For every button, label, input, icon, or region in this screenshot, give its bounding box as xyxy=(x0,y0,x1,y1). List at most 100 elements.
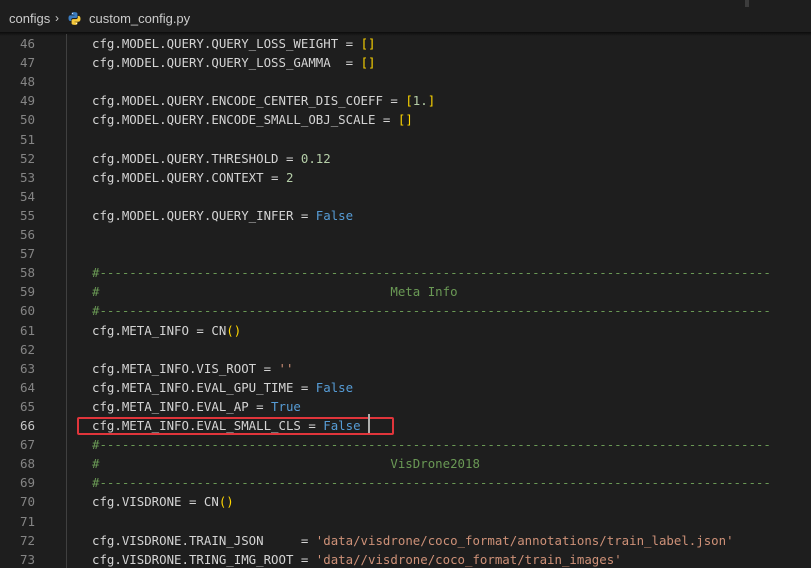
code-line[interactable]: 52 cfg.MODEL.QUERY.THRESHOLD = 0.12 xyxy=(0,149,811,168)
text-cursor xyxy=(368,414,370,433)
line-number: 67 xyxy=(19,437,35,453)
line-number: 46 xyxy=(19,36,35,51)
code-line[interactable]: 57 xyxy=(0,244,811,263)
line-code-text: #---------------------------------------… xyxy=(92,435,771,454)
breadcrumb-folder-configs[interactable]: configs xyxy=(9,11,50,26)
line-code-text: cfg.VISDRONE.TRING_IMG_ROOT = 'data//vis… xyxy=(92,550,622,568)
line-code-text: # VisDrone2018 xyxy=(92,454,480,473)
line-number: 49 xyxy=(19,93,35,109)
code-token: cfg.MODEL.QUERY.ENCODE_SMALL_OBJ_SCALE = xyxy=(92,112,398,128)
code-token: False xyxy=(315,379,354,395)
line-number: 57 xyxy=(19,246,35,262)
code-line[interactable]: 54 xyxy=(0,187,811,206)
code-line[interactable]: 47 cfg.MODEL.QUERY.QUERY_LOSS_GAMMA = [] xyxy=(0,53,811,72)
line-code-text: cfg.MODEL.QUERY.CONTEXT = 2 xyxy=(92,168,293,187)
python-icon xyxy=(68,12,81,25)
line-number: 55 xyxy=(19,207,35,223)
line-number: 71 xyxy=(19,513,35,529)
line-code-text: cfg.VISDRONE.TRAIN_JSON = 'data/visdrone… xyxy=(92,531,734,550)
code-line[interactable]: 68 # VisDrone2018 xyxy=(0,454,811,473)
line-number: 69 xyxy=(19,475,35,491)
line-code-text: cfg.MODEL.QUERY.QUERY_INFER = False xyxy=(92,206,353,225)
line-code-text: #---------------------------------------… xyxy=(92,473,771,492)
code-line[interactable]: 50 cfg.MODEL.QUERY.ENCODE_SMALL_OBJ_SCALE… xyxy=(0,110,811,129)
line-code-text: cfg.META_INFO.EVAL_GPU_TIME = False xyxy=(92,378,353,397)
line-code-text: cfg.META_INFO.EVAL_AP = True xyxy=(92,397,301,416)
code-token: cfg.MODEL.QUERY.QUERY_INFER = xyxy=(92,207,316,223)
line-number: 47 xyxy=(19,55,35,71)
breadcrumb-file-name[interactable]: custom_config.py xyxy=(89,11,190,26)
code-line[interactable]: 60 #-------------------------------------… xyxy=(0,301,811,320)
code-token: cfg.META_INFO.EVAL_AP = xyxy=(92,398,272,414)
line-code-text: cfg.META_INFO = CN() xyxy=(92,321,241,340)
line-code-text: cfg.META_INFO.VIS_ROOT = '' xyxy=(92,359,293,378)
code-line[interactable]: 72 cfg.VISDRONE.TRAIN_JSON = 'data/visdro… xyxy=(0,531,811,550)
code-token: False xyxy=(315,207,354,223)
code-line[interactable]: 62 xyxy=(0,340,811,359)
code-token: # Meta Info xyxy=(92,284,458,300)
code-token: cfg.VISDRONE.TRAIN_JSON = xyxy=(92,532,316,548)
chevron-right-icon: › xyxy=(55,11,59,25)
line-code-text: cfg.MODEL.QUERY.ENCODE_SMALL_OBJ_SCALE =… xyxy=(92,110,413,129)
line-number: 54 xyxy=(19,188,35,204)
line-number: 64 xyxy=(19,379,35,395)
code-token: cfg.MODEL.QUERY.ENCODE_CENTER_DIS_COEFF … xyxy=(92,93,406,109)
code-token: cfg.MODEL.QUERY.QUERY_LOSS_WEIGHT = xyxy=(92,36,361,51)
line-number: 60 xyxy=(19,303,35,319)
code-line[interactable]: 48 xyxy=(0,72,811,91)
code-token: cfg.MODEL.QUERY.CONTEXT = xyxy=(92,169,286,185)
code-token: '' xyxy=(278,360,294,376)
code-token: () xyxy=(226,322,242,338)
code-token: cfg.MODEL.QUERY.QUERY_LOSS_GAMMA = xyxy=(92,55,361,71)
line-code-text: cfg.MODEL.QUERY.QUERY_LOSS_WEIGHT = [] xyxy=(92,34,375,53)
code-token: [] xyxy=(397,112,413,128)
line-code-text: #---------------------------------------… xyxy=(92,301,771,320)
line-number: 63 xyxy=(19,360,35,376)
code-line[interactable]: 63 cfg.META_INFO.VIS_ROOT = '' xyxy=(0,359,811,378)
code-line[interactable]: 53 cfg.MODEL.QUERY.CONTEXT = 2 xyxy=(0,168,811,187)
code-token: ] xyxy=(427,93,436,109)
code-token: [] xyxy=(360,55,376,71)
code-token: True xyxy=(271,398,301,414)
code-token: #---------------------------------------… xyxy=(92,303,771,319)
line-number: 51 xyxy=(19,131,35,147)
scrollbar-marker xyxy=(745,0,749,7)
line-number: 68 xyxy=(19,456,35,472)
code-token: cfg.VISDRONE = CN xyxy=(92,494,219,510)
code-line[interactable]: 64 cfg.META_INFO.EVAL_GPU_TIME = False xyxy=(0,378,811,397)
line-number: 62 xyxy=(19,341,35,357)
code-line[interactable]: 58 #-------------------------------------… xyxy=(0,263,811,282)
line-number: 70 xyxy=(19,494,35,510)
code-line[interactable]: 51 xyxy=(0,130,811,149)
code-token: 0.12 xyxy=(300,150,331,166)
code-line[interactable]: 46 cfg.MODEL.QUERY.QUERY_LOSS_WEIGHT = [] xyxy=(0,34,811,53)
line-number: 59 xyxy=(19,284,35,300)
code-line[interactable]: 59 # Meta Info xyxy=(0,282,811,301)
code-line[interactable]: 56 xyxy=(0,225,811,244)
code-line[interactable]: 67 #-------------------------------------… xyxy=(0,435,811,454)
code-line[interactable]: 61 cfg.META_INFO = CN() xyxy=(0,321,811,340)
line-number: 65 xyxy=(19,398,35,414)
line-code-text: # Meta Info xyxy=(92,282,458,301)
code-line[interactable]: 55 cfg.MODEL.QUERY.QUERY_INFER = False xyxy=(0,206,811,225)
line-number: 53 xyxy=(19,169,35,185)
line-number: 48 xyxy=(19,74,35,90)
red-highlight-box xyxy=(77,417,394,435)
code-token: cfg.META_INFO.VIS_ROOT = xyxy=(92,360,279,376)
code-area[interactable]: 46 cfg.MODEL.QUERY.QUERY_LOSS_WEIGHT = []… xyxy=(0,34,811,568)
line-number: 66 xyxy=(19,418,35,433)
code-line[interactable]: 69 #-------------------------------------… xyxy=(0,473,811,492)
line-number: 56 xyxy=(19,227,35,242)
line-code-text: cfg.MODEL.QUERY.QUERY_LOSS_GAMMA = [] xyxy=(92,53,375,72)
code-line[interactable]: 49 cfg.MODEL.QUERY.ENCODE_CENTER_DIS_COEF… xyxy=(0,91,811,110)
code-line[interactable]: 71 xyxy=(0,512,811,531)
line-number: 61 xyxy=(19,322,35,338)
line-code-text: cfg.VISDRONE = CN() xyxy=(92,492,234,511)
code-line[interactable]: 70 cfg.VISDRONE = CN() xyxy=(0,492,811,511)
code-line[interactable]: 73 cfg.VISDRONE.TRING_IMG_ROOT = 'data//v… xyxy=(0,550,811,568)
code-token: 2 xyxy=(285,169,294,185)
code-token: cfg.META_INFO = CN xyxy=(92,322,227,338)
code-line[interactable]: 65 cfg.META_INFO.EVAL_AP = True xyxy=(0,397,811,416)
line-code-text: cfg.MODEL.QUERY.THRESHOLD = 0.12 xyxy=(92,149,331,168)
line-number: 52 xyxy=(19,150,35,166)
